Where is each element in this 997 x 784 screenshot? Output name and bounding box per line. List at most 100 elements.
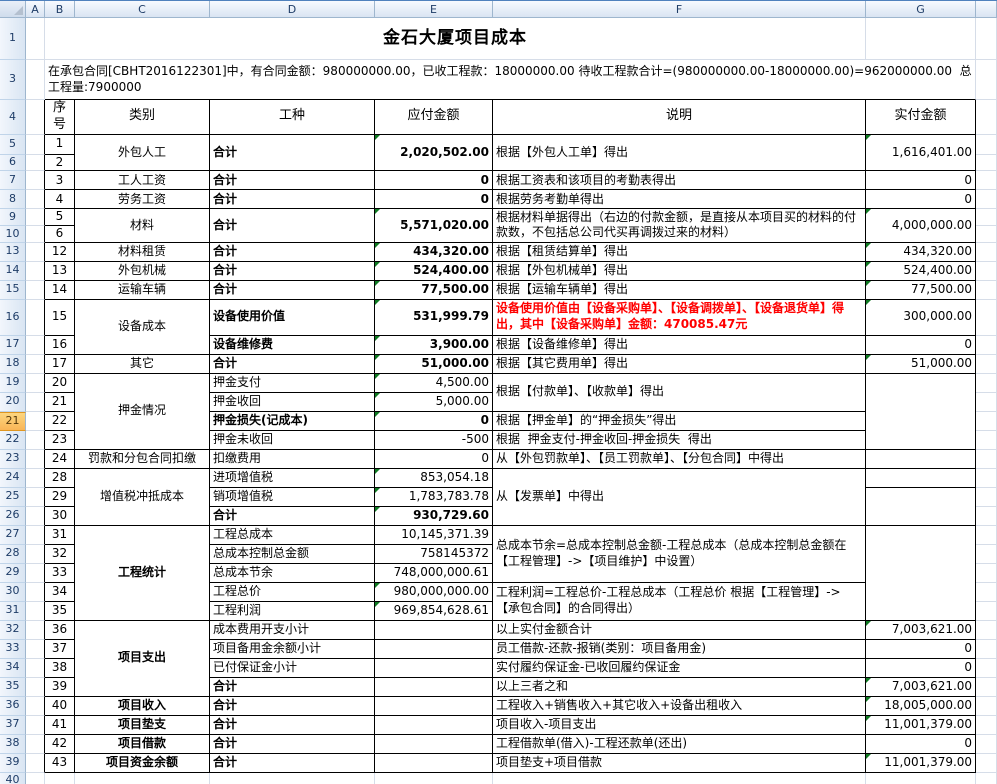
cell-F5[interactable]: 根据【外包人工单】得出 <box>493 135 866 172</box>
cell-E16[interactable]: 531,999.79 <box>375 300 493 336</box>
row-header-28[interactable]: 28 <box>0 545 26 564</box>
column-header-B[interactable]: B <box>45 1 75 17</box>
select-all-corner[interactable] <box>0 1 26 17</box>
cell-F24[interactable]: 从【发票单】中得出 <box>493 469 866 526</box>
cell-sliver-21[interactable] <box>976 412 997 431</box>
cell-A23[interactable] <box>26 450 45 469</box>
cell-G24[interactable] <box>866 469 976 488</box>
cell-sliver-5[interactable] <box>976 135 997 155</box>
cell-B32[interactable]: 36 <box>45 621 75 640</box>
cell-A14[interactable] <box>26 262 45 281</box>
cell-E26[interactable]: 930,729.60 <box>375 507 493 526</box>
cell-G33[interactable]: 0 <box>866 640 976 659</box>
row-header-18[interactable]: 18 <box>0 355 26 374</box>
column-header-D[interactable]: D <box>210 1 375 17</box>
cell-B25[interactable]: 29 <box>45 488 75 507</box>
cell-C36[interactable]: 项目收入 <box>75 697 210 716</box>
cell-E36[interactable] <box>375 697 493 716</box>
row-header-20[interactable]: 20 <box>0 393 26 412</box>
cell-A10[interactable] <box>26 226 45 243</box>
cell-D40[interactable] <box>210 773 375 784</box>
cell-sliver-30[interactable] <box>976 583 997 602</box>
cell-G34[interactable]: 0 <box>866 659 976 678</box>
cell-G19[interactable] <box>866 374 976 450</box>
cell-F13[interactable]: 根据【租赁结算单】得出 <box>493 243 866 262</box>
cell-sliver-31[interactable] <box>976 602 997 621</box>
row-header-26[interactable]: 26 <box>0 507 26 526</box>
column-header-A[interactable]: A <box>26 1 45 17</box>
cell-F8[interactable]: 根据劳务考勤单得出 <box>493 190 866 209</box>
cell-F15[interactable]: 根据【运输车辆单】得出 <box>493 281 866 300</box>
cell-E28[interactable]: 758145372 <box>375 545 493 564</box>
cell-D8[interactable]: 合计 <box>210 190 375 209</box>
cell-E18[interactable]: 51,000.00 <box>375 355 493 374</box>
cell-sliver-36[interactable] <box>976 697 997 716</box>
cell-sliver-27[interactable] <box>976 526 997 545</box>
row-header-32[interactable]: 32 <box>0 621 26 640</box>
cell-E17[interactable]: 3,900.00 <box>375 336 493 355</box>
row-header-7[interactable]: 7 <box>0 171 26 190</box>
cell-D25[interactable]: 销项增值税 <box>210 488 375 507</box>
cell-B16[interactable]: 15 <box>45 300 75 336</box>
cell-B23[interactable]: 24 <box>45 450 75 469</box>
cell-C23[interactable]: 罚款和分包合同扣缴 <box>75 450 210 469</box>
cell-F33[interactable]: 员工借款-还款-报销(类别：项目备用金) <box>493 640 866 659</box>
cell-A24[interactable] <box>26 469 45 488</box>
cell-A29[interactable] <box>26 564 45 583</box>
cell-sliver-3[interactable] <box>976 60 997 100</box>
cell-A34[interactable] <box>26 659 45 678</box>
cell-C37[interactable]: 项目垫支 <box>75 716 210 735</box>
cell-A20[interactable] <box>26 393 45 412</box>
cell-B39[interactable]: 43 <box>45 754 75 773</box>
cell-D31[interactable]: 工程利润 <box>210 602 375 621</box>
cell-B5[interactable]: 1 <box>45 135 75 155</box>
cell-C9[interactable]: 材料 <box>75 209 210 242</box>
cell-A1[interactable] <box>26 18 45 60</box>
cell-F21[interactable]: 根据【押金单】的“押金损失”得出 <box>493 412 866 431</box>
row-header-37[interactable]: 37 <box>0 716 26 735</box>
cell-sliver-35[interactable] <box>976 678 997 697</box>
cell-C40[interactable] <box>75 773 210 784</box>
cell-E21[interactable]: 0 <box>375 412 493 431</box>
cell-D19[interactable]: 押金支付 <box>210 374 375 393</box>
cell-C8[interactable]: 劳务工资 <box>75 190 210 209</box>
cell-D17[interactable]: 设备维修费 <box>210 336 375 355</box>
cell-B26[interactable]: 30 <box>45 507 75 526</box>
cell-D9[interactable]: 合计 <box>210 209 375 242</box>
cell-B6[interactable]: 2 <box>45 155 75 172</box>
row-header-30[interactable]: 30 <box>0 583 26 602</box>
cell-F32[interactable]: 以上实付金额合计 <box>493 621 866 640</box>
cell-sliver-37[interactable] <box>976 716 997 735</box>
cell-G13[interactable]: 434,320.00 <box>866 243 976 262</box>
cell-A37[interactable] <box>26 716 45 735</box>
row-header-4[interactable]: 4 <box>0 100 26 135</box>
cell-E23[interactable]: 0 <box>375 450 493 469</box>
cell-C24[interactable]: 增值税冲抵成本 <box>75 469 210 526</box>
row-header-17[interactable]: 17 <box>0 336 26 355</box>
cell-A16[interactable] <box>26 300 45 336</box>
cell-B33[interactable]: 37 <box>45 640 75 659</box>
cell-D35[interactable]: 合计 <box>210 678 375 697</box>
cell-D13[interactable]: 合计 <box>210 243 375 262</box>
cell-D23[interactable]: 扣缴费用 <box>210 450 375 469</box>
cell-E7[interactable]: 0 <box>375 171 493 190</box>
cell-A7[interactable] <box>26 171 45 190</box>
row-header-19[interactable]: 19 <box>0 374 26 393</box>
cell-F16[interactable]: 设备使用价值由【设备采购单】、【设备调拨单】、【设备退货单】得出，其中【设备采购… <box>493 300 866 336</box>
cell-A31[interactable] <box>26 602 45 621</box>
cell-D29[interactable]: 总成本节余 <box>210 564 375 583</box>
cell-B14[interactable]: 13 <box>45 262 75 281</box>
cell-C27[interactable]: 工程统计 <box>75 526 210 621</box>
cell-A36[interactable] <box>26 697 45 716</box>
table-column-header-F[interactable]: 说明 <box>493 100 866 135</box>
cell-G5[interactable]: 1,616,401.00 <box>866 135 976 172</box>
row-header-39[interactable]: 39 <box>0 754 26 773</box>
cell-B20[interactable]: 21 <box>45 393 75 412</box>
row-header-23[interactable]: 23 <box>0 450 26 469</box>
sheet-title-cell[interactable]: 金石大厦项目成本 <box>45 18 866 60</box>
cell-F17[interactable]: 根据【设备维修单】得出 <box>493 336 866 355</box>
cell-D5[interactable]: 合计 <box>210 135 375 172</box>
table-column-header-G[interactable]: 实付金额 <box>866 100 976 135</box>
cell-G37[interactable]: 11,001,379.00 <box>866 716 976 735</box>
cell-G17[interactable]: 0 <box>866 336 976 355</box>
